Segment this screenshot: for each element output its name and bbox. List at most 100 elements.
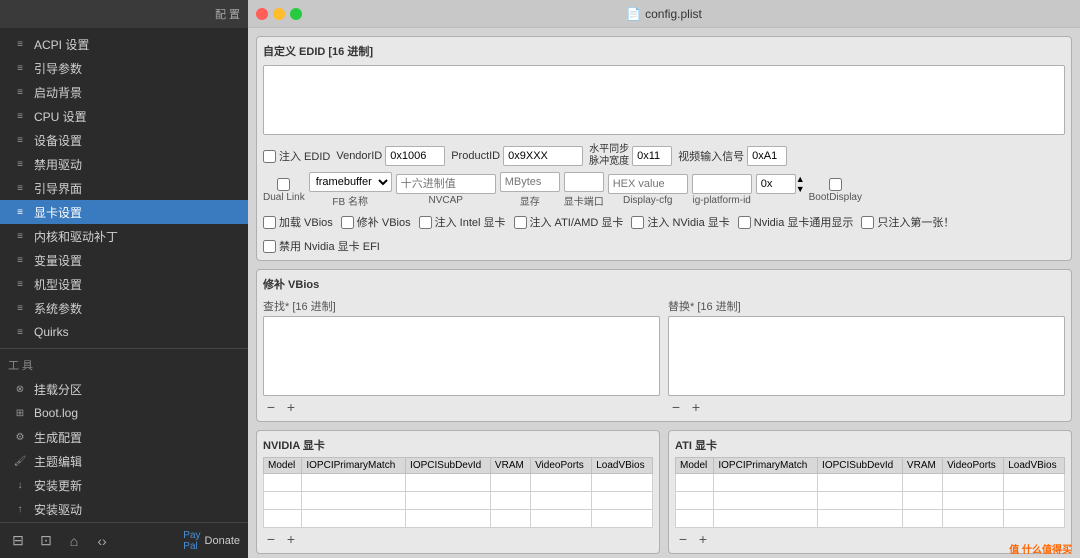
display-cfg-label: Display-cfg	[623, 195, 672, 206]
ig-platform-input[interactable]	[692, 174, 752, 194]
sidebar-item-kernel-patch[interactable]: ≡内核和驱动补丁	[0, 224, 248, 248]
sidebar-item-quirks[interactable]: ≡Quirks	[0, 320, 248, 344]
col-header: VideoPorts	[531, 458, 592, 474]
vbios-replace-remove-btn[interactable]: −	[668, 399, 684, 415]
gpu-checkbox-label[interactable]: 只注入第一张！	[861, 214, 954, 230]
sidebar-item-boot-args[interactable]: ≡引导参数	[0, 56, 248, 80]
fb-name-col: framebuffer FB 名称	[309, 172, 392, 208]
col-header: VRAM	[902, 458, 942, 474]
sidebar-tool-theme-editor[interactable]: 🖌主题编辑	[0, 449, 248, 473]
maximize-button[interactable]	[290, 8, 302, 20]
ig-value-col: ▲ ▼	[756, 174, 805, 206]
dual-link-label: Dual Link	[263, 192, 305, 203]
vbios-find-add-btn[interactable]: +	[283, 399, 299, 415]
gpu-checkbox[interactable]	[341, 216, 354, 229]
inject-edid-checkbox-label[interactable]: 注入 EDID	[263, 148, 330, 164]
fb-row: Dual Link framebuffer FB 名称 NVCAP 显存	[263, 172, 1065, 208]
gpu-checkbox[interactable]	[263, 216, 276, 229]
gpu-checkbox[interactable]	[631, 216, 644, 229]
display-cfg-col: Display-cfg	[608, 174, 688, 206]
sidebar-item-acpi[interactable]: ≡ ACPI 设置	[0, 32, 248, 56]
vendor-id-group: VendorID	[336, 146, 445, 166]
gpu-checkbox[interactable]	[861, 216, 874, 229]
product-id-input[interactable]	[503, 146, 583, 166]
gpu-checkbox-label[interactable]: Nvidia 显卡通用显示	[738, 214, 854, 230]
gpu-checkbox[interactable]	[263, 240, 276, 253]
gpu-checkbox-label[interactable]: 修补 VBios	[341, 214, 411, 230]
donate-button[interactable]: PayPal Donate	[183, 530, 240, 552]
sidebar-item-gpu[interactable]: ≡显卡设置	[0, 200, 248, 224]
ati-remove-btn[interactable]: −	[675, 531, 691, 547]
sidebar-footer-icon-2[interactable]: ⊡	[36, 531, 56, 551]
gpu-checkbox-label[interactable]: 注入 ATI/AMD 显卡	[514, 214, 624, 230]
sidebar-tool-bootlog[interactable]: ⊞Boot.log	[0, 401, 248, 425]
product-id-label: ProductID	[451, 150, 500, 162]
sidebar-tool-install-update[interactable]: ↓安装更新	[0, 473, 248, 497]
ati-add-btn[interactable]: +	[695, 531, 711, 547]
vbios-find-col: 查找* [16 进制] − +	[263, 298, 660, 415]
dual-link-checkbox[interactable]	[277, 178, 290, 191]
gpu-checkbox-label[interactable]: 禁用 Nvidia 显卡 EFI	[263, 238, 380, 254]
sidebar-tool-gen-config[interactable]: ⚙生成配置	[0, 425, 248, 449]
col-header: IOPCISubDevId	[818, 458, 903, 474]
edid-textarea[interactable]	[263, 65, 1065, 135]
ig-up-arrow[interactable]: ▲	[796, 174, 805, 184]
fb-name-label: FB 名称	[332, 193, 368, 208]
sidebar-tool-install-driver[interactable]: ↑安装驱动	[0, 497, 248, 521]
inject-edid-checkbox[interactable]	[263, 150, 276, 163]
sidebar-item-label: ACPI 设置	[34, 36, 89, 53]
vendor-id-input[interactable]	[385, 146, 445, 166]
nvidia-add-btn[interactable]: +	[283, 531, 299, 547]
col-header: Model	[264, 458, 302, 474]
vbios-find-remove-btn[interactable]: −	[263, 399, 279, 415]
gpu-checkbox-label[interactable]: 注入 NVidia 显卡	[631, 214, 729, 230]
sidebar-item-boot-bg[interactable]: ≡启动背景	[0, 80, 248, 104]
sidebar-footer-icon-1[interactable]: ⊟	[8, 531, 28, 551]
display-port-input[interactable]	[564, 172, 604, 192]
nvcap-input[interactable]	[396, 174, 496, 194]
vbios-replace-col: 替换* [16 进制] − +	[668, 298, 1065, 415]
display-cfg-input[interactable]	[608, 174, 688, 194]
sidebar-footer-icon-4[interactable]: ‹›	[92, 531, 112, 551]
main-area: 📄 config.plist 自定义 EDID [16 进制] 注入 EDID …	[248, 0, 1080, 558]
col-header: VideoPorts	[943, 458, 1004, 474]
sidebar-nav: ≡ACPI 设置≡引导参数≡启动背景≡CPU 设置≡设备设置≡禁用驱动≡引导界面…	[0, 28, 248, 522]
sync-value-input[interactable]	[632, 146, 672, 166]
sidebar-item-device[interactable]: ≡设备设置	[0, 128, 248, 152]
nvidia-remove-btn[interactable]: −	[263, 531, 279, 547]
video-signal-input[interactable]	[747, 146, 787, 166]
sidebar-footer-icon-3[interactable]: ⌂	[64, 531, 84, 551]
vbios-find-list[interactable]	[263, 316, 660, 396]
list-icon: ≡	[12, 39, 28, 50]
close-button[interactable]	[256, 8, 268, 20]
sidebar-tool-mount[interactable]: ⊗挂载分区	[0, 377, 248, 401]
sidebar-item-sys-params[interactable]: ≡系统参数	[0, 296, 248, 320]
vram-input[interactable]	[500, 172, 560, 192]
fb-name-select[interactable]: framebuffer	[309, 172, 392, 192]
display-port-label: 显卡端口	[564, 193, 604, 208]
list-icon: ≡	[12, 303, 28, 314]
boot-display-checkbox[interactable]	[829, 178, 842, 191]
ig-value-input[interactable]	[756, 174, 796, 194]
gpu-checkbox[interactable]	[419, 216, 432, 229]
sidebar-item-cpu[interactable]: ≡CPU 设置	[0, 104, 248, 128]
vendor-id-label: VendorID	[336, 150, 382, 162]
gpu-checkbox[interactable]	[738, 216, 751, 229]
gpu-checkbox-label[interactable]: 注入 Intel 显卡	[419, 214, 506, 230]
tool-icon: 🖌	[12, 456, 28, 467]
sidebar-item-machine[interactable]: ≡机型设置	[0, 272, 248, 296]
gpu-checkbox[interactable]	[514, 216, 527, 229]
edid-panel: 自定义 EDID [16 进制] 注入 EDID VendorID Produc…	[256, 36, 1072, 261]
vbios-replace-list[interactable]	[668, 316, 1065, 396]
ig-down-arrow[interactable]: ▼	[796, 184, 805, 194]
sidebar-item-disable-driver[interactable]: ≡禁用驱动	[0, 152, 248, 176]
sidebar-item-label: 内核和驱动补丁	[34, 228, 118, 245]
vbios-replace-add-btn[interactable]: +	[688, 399, 704, 415]
gpu-checkbox-label[interactable]: 加载 VBios	[263, 214, 333, 230]
sidebar-item-label: 引导参数	[34, 60, 82, 77]
sidebar-item-boot-ui[interactable]: ≡引导界面	[0, 176, 248, 200]
col-header: IOPCISubDevId	[406, 458, 491, 474]
nvidia-table: ModelIOPCIPrimaryMatchIOPCISubDevIdVRAMV…	[263, 457, 653, 528]
sidebar-item-var[interactable]: ≡变量设置	[0, 248, 248, 272]
minimize-button[interactable]	[273, 8, 285, 20]
